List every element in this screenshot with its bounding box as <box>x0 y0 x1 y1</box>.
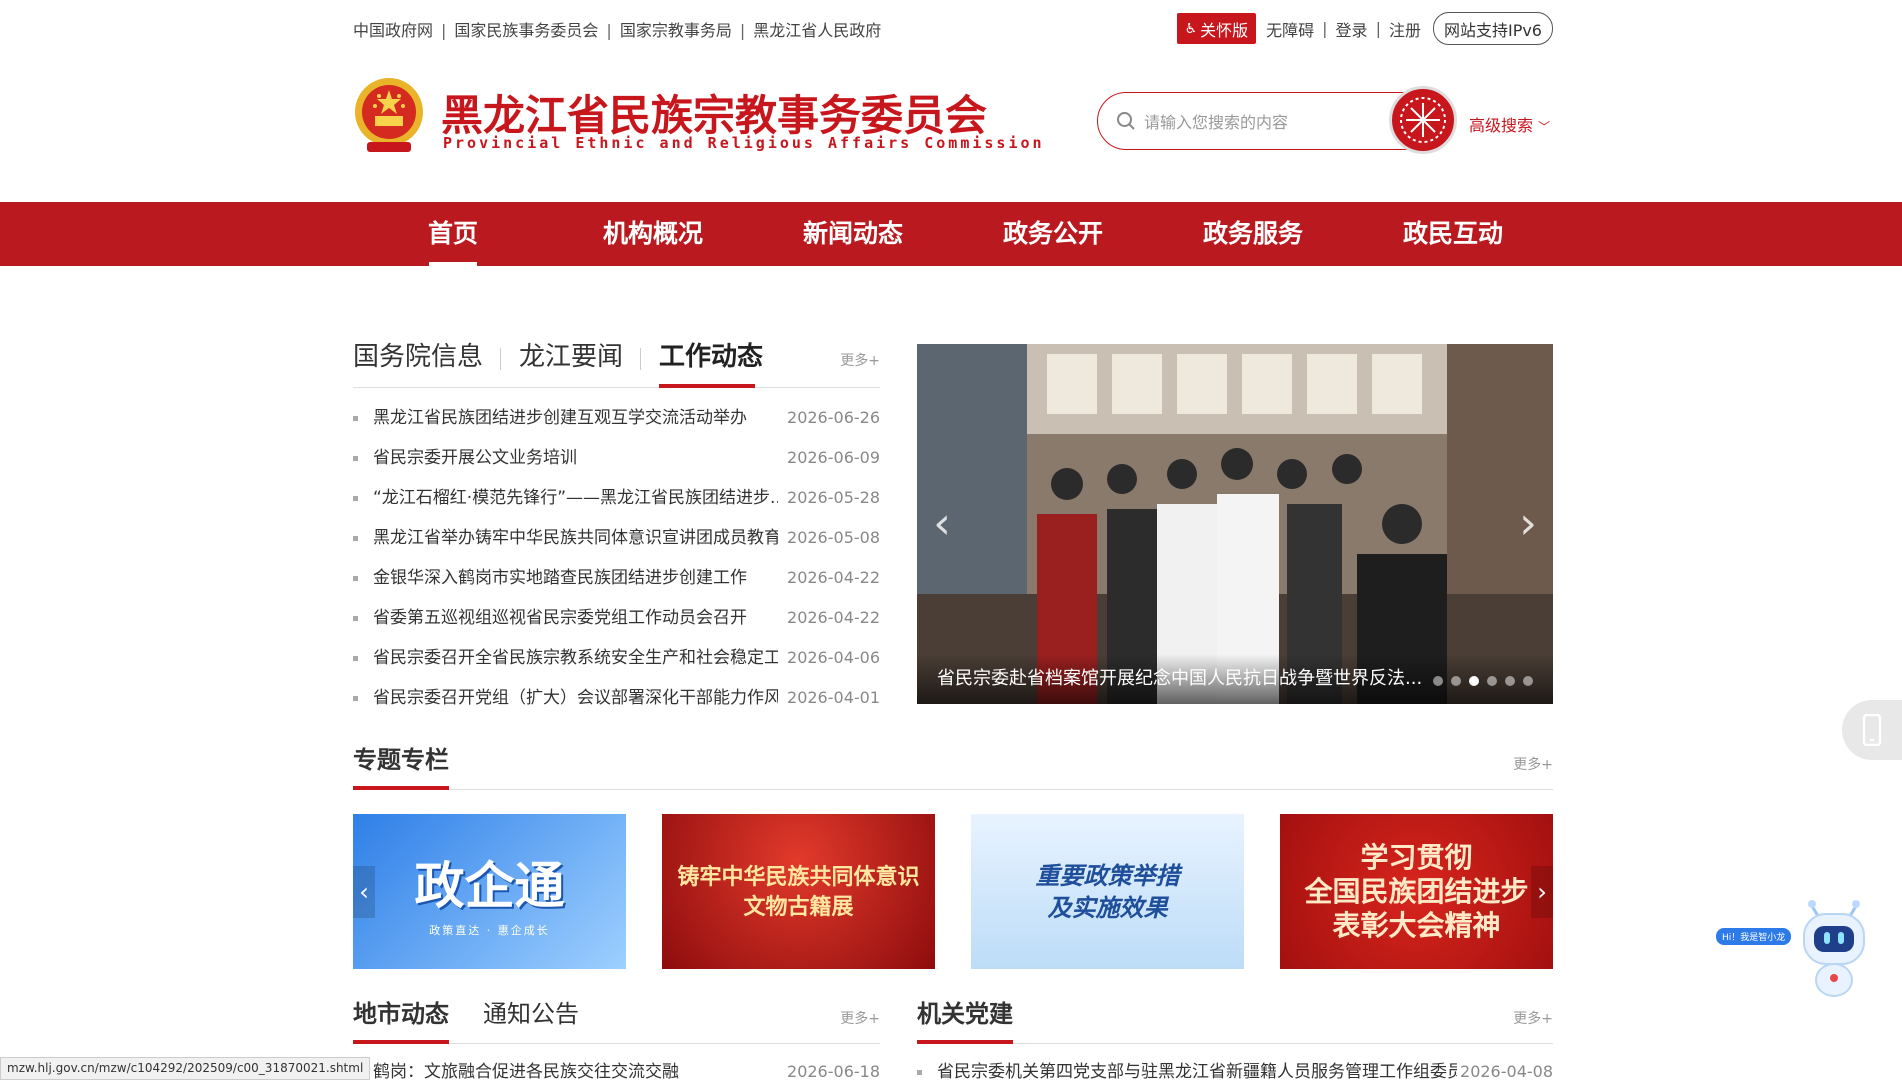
list-item[interactable]: 鹤岗：文旅融合促进各民族交往交流交融 2026-06-18 <box>353 1052 880 1080</box>
list-item[interactable]: 省民宗委召开全省民族宗教系统安全生产和社会稳定工... 2026-04-06 <box>353 638 880 678</box>
main-nav: 首页 机构概况 新闻动态 政务公开 政务服务 政民互动 <box>0 202 1902 266</box>
list-item[interactable]: 省民宗委开展公文业务培训 2026-06-09 <box>353 438 880 478</box>
local-more-link[interactable]: 更多+ <box>840 1008 880 1028</box>
site-header: 黑龙江省民族宗教事务委员会 Provincial Ethnic and Reli… <box>353 70 1553 170</box>
carousel-dots <box>1425 676 1533 686</box>
topic-card[interactable]: 重要政策举措 及实施效果 <box>971 814 1244 969</box>
tab-notices[interactable]: 通知公告 <box>483 996 579 1032</box>
top-links: 中国政府网 | 国家民族事务委员会 | 国家宗教事务局 | 黑龙江省人民政府 <box>353 21 882 40</box>
top-link-ethnic[interactable]: 国家民族事务委员会 <box>454 21 598 40</box>
chatbot-assistant[interactable]: Hi！我是智小龙 <box>1714 892 1874 1002</box>
robot-speech-bubble: Hi！我是智小龙 <box>1716 928 1792 945</box>
news-tabs: 国务院信息 龙江要闻 工作动态 更多+ <box>353 340 880 388</box>
tab-work-updates[interactable]: 工作动态 <box>659 340 781 388</box>
search-icon <box>1117 112 1135 130</box>
advanced-search-link[interactable]: 高级搜索 ﹀ <box>1469 112 1550 136</box>
topic-card[interactable]: 学习贯彻 全国民族团结进步 表彰大会精神 <box>1280 814 1553 969</box>
phone-icon <box>1862 714 1882 746</box>
register-link[interactable]: 注册 <box>1389 17 1421 41</box>
list-item[interactable]: 省民宗委机关第四党支部与驻黑龙江省新疆籍人员服务管理工作组委员... 2026-0… <box>917 1052 1553 1080</box>
site-subtitle: Provincial Ethnic and Religious Affairs … <box>443 134 1045 152</box>
robot-icon <box>1803 900 1865 997</box>
carousel-dot[interactable] <box>1487 676 1497 686</box>
nav-public-affairs[interactable]: 政务公开 <box>953 202 1153 266</box>
status-bar-url: mzw.hlj.gov.cn/mzw/c104292/202509/c00_31… <box>0 1057 371 1080</box>
news-more-link[interactable]: 更多+ <box>840 350 880 370</box>
mobile-version-button[interactable] <box>1842 700 1902 760</box>
local-news-panel: 地市动态 通知公告 更多+ 鹤岗：文旅融合促进各民族交往交流交融 2026-06-… <box>353 996 880 1080</box>
search-box <box>1097 92 1435 150</box>
carousel-dot[interactable] <box>1469 676 1479 686</box>
tab-local-news[interactable]: 地市动态 <box>353 996 449 1044</box>
search-button[interactable] <box>1389 86 1457 154</box>
topic-card[interactable]: 政企通 政策直达 · 惠企成长 <box>353 814 626 969</box>
login-link[interactable]: 登录 <box>1336 17 1368 41</box>
top-link-religion[interactable]: 国家宗教事务局 <box>620 21 732 40</box>
care-mode-button[interactable]: ♿ 关怀版 <box>1176 13 1257 44</box>
snowflake-emblem-icon <box>1400 97 1446 143</box>
list-item[interactable]: 黑龙江省民族团结进步创建互观互学交流活动举办 2026-06-26 <box>353 398 880 438</box>
special-topics: 专题专栏 更多+ 政企通 政策直达 · 惠企成长 铸牢中华民族共同体意识 文物古籍展… <box>353 742 1553 969</box>
party-building-panel: 机关党建 更多+ 省民宗委机关第四党支部与驻黑龙江省新疆籍人员服务管理工作组委员… <box>917 996 1553 1080</box>
section-title: 专题专栏 <box>353 742 449 790</box>
nav-home[interactable]: 首页 <box>353 202 553 266</box>
party-more-link[interactable]: 更多+ <box>1513 1008 1553 1028</box>
news-panel: 国务院信息 龙江要闻 工作动态 更多+ 黑龙江省民族团结进步创建互观互学交流活动… <box>353 340 880 718</box>
topics-prev-button[interactable]: ‹ <box>353 866 375 918</box>
nav-services[interactable]: 政务服务 <box>1153 202 1353 266</box>
top-right-links: ♿ 关怀版 无障碍 | 登录 | 注册 网站支持IPv6 <box>1176 12 1553 45</box>
photo-carousel[interactable]: ‹ › 省民宗委赴省档案馆开展纪念中国人民抗日战争暨世界反法... <box>917 344 1553 704</box>
topic-card[interactable]: 铸牢中华民族共同体意识 文物古籍展 <box>662 814 935 969</box>
section-title: 机关党建 <box>917 996 1013 1044</box>
carousel-dot[interactable] <box>1505 676 1515 686</box>
top-link-gov[interactable]: 中国政府网 <box>353 21 433 40</box>
list-item[interactable]: 省民宗委召开党组（扩大）会议部署深化干部能力作风... 2026-04-01 <box>353 678 880 718</box>
accessibility-link[interactable]: 无障碍 <box>1266 17 1314 41</box>
nav-news[interactable]: 新闻动态 <box>753 202 953 266</box>
nav-about[interactable]: 机构概况 <box>553 202 753 266</box>
carousel-dot[interactable] <box>1451 676 1461 686</box>
national-emblem-icon <box>355 78 423 152</box>
carousel-next-button[interactable]: › <box>1513 499 1543 549</box>
list-item[interactable]: “龙江石榴红·模范先锋行”——黑龙江省民族团结进步... 2026-05-28 <box>353 478 880 518</box>
list-item[interactable]: 金银华深入鹤岗市实地踏查民族团结进步创建工作 2026-04-22 <box>353 558 880 598</box>
tab-longjiang-news[interactable]: 龙江要闻 <box>519 340 642 374</box>
news-list: 黑龙江省民族团结进步创建互观互学交流活动举办 2026-06-26 省民宗委开展公… <box>353 398 880 718</box>
carousel-dot[interactable] <box>1433 676 1443 686</box>
list-item[interactable]: 省委第五巡视组巡视省民宗委党组工作动员会召开 2026-04-22 <box>353 598 880 638</box>
top-bar: 中国政府网 | 国家民族事务委员会 | 国家宗教事务局 | 黑龙江省人民政府 ♿ 关怀版 无障… <box>353 12 1553 45</box>
carousel-photo <box>917 344 1553 704</box>
tab-state-council[interactable]: 国务院信息 <box>353 340 502 374</box>
top-link-province[interactable]: 黑龙江省人民政府 <box>753 21 881 40</box>
person-icon: ♿ <box>1184 20 1198 37</box>
ipv6-badge[interactable]: 网站支持IPv6 <box>1432 12 1553 45</box>
chevron-down-icon: ﹀ <box>1538 120 1551 134</box>
carousel-prev-button[interactable]: ‹ <box>927 499 957 549</box>
nav-interaction[interactable]: 政民互动 <box>1353 202 1553 266</box>
carousel-dot[interactable] <box>1523 676 1533 686</box>
topics-next-button[interactable]: › <box>1531 866 1553 918</box>
search-input[interactable] <box>1144 107 1374 137</box>
topics-more-link[interactable]: 更多+ <box>1513 754 1553 774</box>
list-item[interactable]: 黑龙江省举办铸牢中华民族共同体意识宣讲团成员教育... 2026-05-08 <box>353 518 880 558</box>
